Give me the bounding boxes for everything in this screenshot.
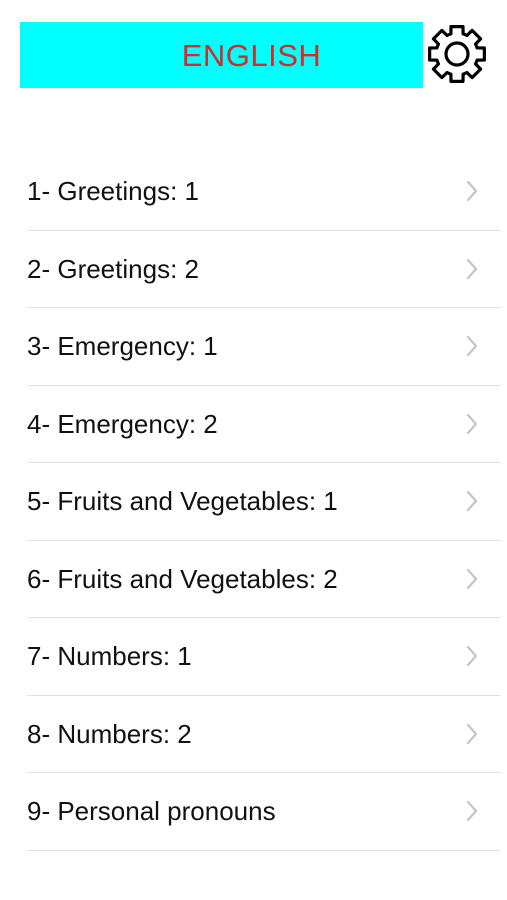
lesson-label: 9- Personal pronouns [27,796,276,827]
lesson-row[interactable]: 5- Fruits and Vegetables: 1 [27,463,500,541]
lesson-label: 8- Numbers: 2 [27,718,192,749]
app-screen: ENGLISH 1- Greetings: 1 2- Greetings: 2 … [0,0,507,900]
page-title: ENGLISH [181,37,322,73]
chevron-right-icon [462,490,482,512]
chevron-right-icon [462,800,482,822]
lesson-row[interactable]: 6- Fruits and Vegetables: 2 [27,541,500,618]
lesson-row[interactable]: 3- Emergency: 1 [27,308,500,386]
chevron-right-icon [462,723,482,745]
language-banner: ENGLISH [20,22,423,88]
lesson-row[interactable]: 7- Numbers: 1 [27,618,500,696]
chevron-right-icon [462,335,482,357]
lesson-row[interactable]: 9- Personal pronouns [27,773,500,851]
chevron-right-icon [462,568,482,590]
lesson-list: 1- Greetings: 1 2- Greetings: 2 3- Emerg… [0,153,507,851]
lesson-label: 6- Fruits and Vegetables: 2 [27,563,338,594]
lesson-label: 5- Fruits and Vegetables: 1 [27,486,338,517]
settings-button[interactable] [423,20,491,88]
lesson-row[interactable]: 4- Emergency: 2 [27,386,500,463]
lesson-label: 1- Greetings: 1 [27,176,199,207]
lesson-label: 2- Greetings: 2 [27,253,199,284]
chevron-right-icon [462,413,482,435]
gear-icon [428,25,486,83]
lesson-row[interactable]: 8- Numbers: 2 [27,696,500,773]
lesson-row[interactable]: 1- Greetings: 1 [27,153,500,231]
lesson-label: 4- Emergency: 2 [27,408,218,439]
lesson-row[interactable]: 2- Greetings: 2 [27,231,500,308]
chevron-right-icon [462,180,482,202]
chevron-right-icon [462,258,482,280]
lesson-label: 7- Numbers: 1 [27,641,192,672]
chevron-right-icon [462,645,482,667]
lesson-label: 3- Emergency: 1 [27,331,218,362]
